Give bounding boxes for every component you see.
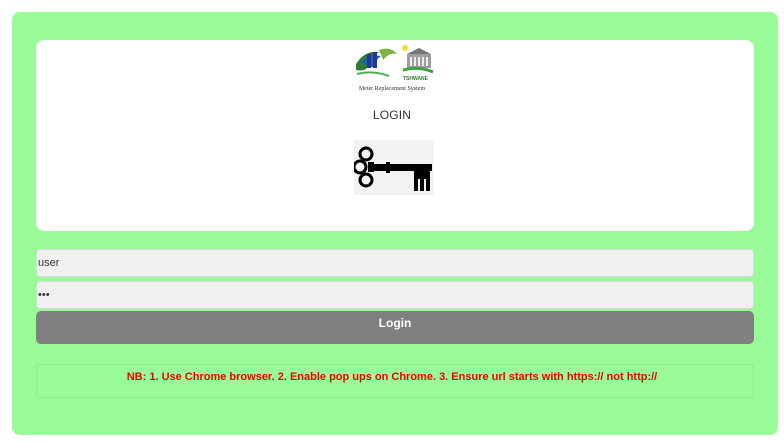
tshwane-label: TSHWANE <box>403 76 429 82</box>
logo-caption: Meter Replacement System <box>358 86 426 92</box>
password-input[interactable] <box>36 281 754 309</box>
browser-note: NB: 1. Use Chrome browser. 2. Enable pop… <box>126 371 658 383</box>
key-icon <box>354 140 434 195</box>
login-heading: LOGIN <box>372 108 412 122</box>
username-input[interactable] <box>36 249 754 277</box>
login-button[interactable]: Login <box>36 311 754 344</box>
